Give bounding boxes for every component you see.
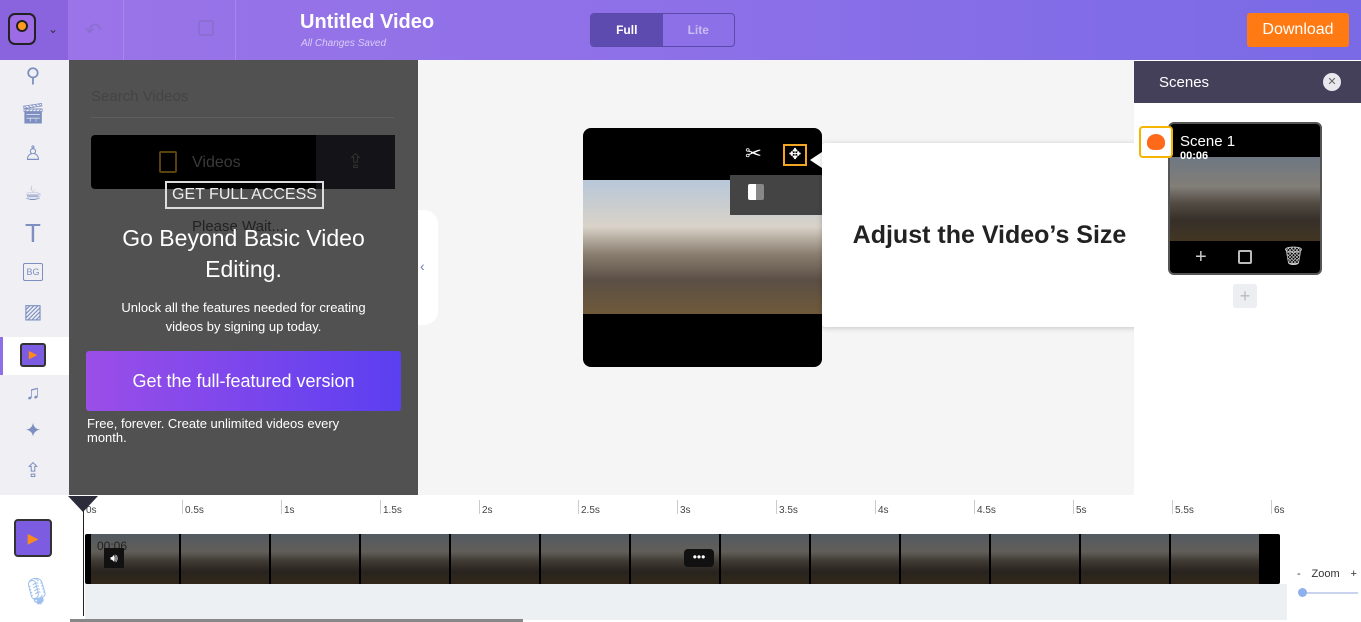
clip-frame bbox=[181, 534, 269, 584]
zoom-slider[interactable] bbox=[1298, 588, 1358, 597]
character-icon[interactable]: ♙ bbox=[18, 138, 48, 168]
videos-panel: Search Videos Videos ⇪ Please Wait... GE… bbox=[69, 60, 418, 495]
zoom-out-button[interactable]: - bbox=[1297, 568, 1301, 580]
chevron-left-icon: ‹ bbox=[420, 258, 425, 274]
mascot-logo-icon bbox=[8, 13, 36, 45]
playhead[interactable] bbox=[83, 498, 84, 616]
zoom-in-button[interactable]: + bbox=[1351, 568, 1357, 580]
duplicate-icon[interactable] bbox=[198, 20, 214, 36]
timeline-tick: 5s bbox=[1073, 500, 1087, 516]
upload-video-button[interactable]: ⇪ bbox=[316, 135, 395, 189]
scene-card[interactable]: Scene 1 00:06 + 🗑︎ bbox=[1168, 122, 1322, 275]
tooltip: Adjust the Video’s Size bbox=[822, 143, 1157, 327]
clip-frame bbox=[1081, 534, 1169, 584]
timeline-tick: 6s bbox=[1271, 500, 1285, 516]
zoom-label: Zoom bbox=[1311, 568, 1340, 580]
volume-icon[interactable]: 🔊︎ bbox=[104, 548, 124, 568]
video-preview[interactable]: ✂ ✥ bbox=[583, 128, 822, 367]
undo-icon[interactable]: ↶ bbox=[85, 18, 102, 43]
clip-frame bbox=[991, 534, 1079, 584]
chevron-down-icon: ⌄ bbox=[48, 22, 59, 36]
clip-frame bbox=[721, 534, 809, 584]
scenes-title: Scenes bbox=[1159, 74, 1210, 91]
scissors-icon[interactable]: ✂ bbox=[745, 141, 762, 166]
add-icon[interactable]: + bbox=[1195, 246, 1207, 269]
upload-icon[interactable]: ⇪ bbox=[18, 455, 48, 485]
upsell-footnote: Free, forever. Create unlimited videos e… bbox=[87, 416, 340, 445]
tab-videos[interactable]: Videos bbox=[192, 154, 241, 172]
timeline-tick: 4.5s bbox=[974, 500, 996, 516]
transparency-control[interactable] bbox=[730, 175, 822, 215]
get-full-version-button[interactable]: Get the full-featured version bbox=[86, 351, 401, 411]
mode-full[interactable]: Full bbox=[591, 14, 663, 46]
more-options-icon[interactable]: ••• bbox=[684, 549, 714, 567]
scene-name: Scene 1 bbox=[1180, 133, 1236, 150]
save-status: All Changes Saved bbox=[301, 38, 387, 49]
music-icon[interactable]: ♫ bbox=[18, 378, 48, 408]
search-videos-input[interactable]: Search Videos bbox=[91, 88, 394, 118]
collapse-panel-button[interactable]: ‹ bbox=[418, 210, 438, 325]
clapperboard-icon[interactable]: 🎬︎ bbox=[18, 98, 48, 128]
mode-lite[interactable]: Lite bbox=[663, 14, 735, 46]
opacity-icon bbox=[748, 184, 764, 200]
timeline-tick: 2s bbox=[479, 500, 493, 516]
clip-frame bbox=[451, 534, 539, 584]
timeline-tick: 1s bbox=[281, 500, 295, 516]
trash-icon[interactable]: 🗑︎ bbox=[1282, 246, 1305, 267]
timeline-tick: 1.5s bbox=[380, 500, 402, 516]
close-icon[interactable]: ✕ bbox=[1323, 73, 1341, 91]
video-clip[interactable] bbox=[85, 534, 1280, 584]
image-icon[interactable]: ▨ bbox=[18, 296, 48, 326]
zoom-control: - Zoom + bbox=[1297, 568, 1357, 580]
timeline-tick: 2.5s bbox=[578, 500, 600, 516]
timeline-tick: 4s bbox=[875, 500, 889, 516]
mascot-avatar bbox=[1139, 126, 1173, 158]
scene-duration: 00:06 bbox=[1180, 150, 1209, 162]
resize-icon[interactable]: ✥ bbox=[783, 144, 807, 166]
coffee-icon[interactable]: ☕︎ bbox=[18, 178, 48, 208]
mode-toggle[interactable]: Full Lite bbox=[590, 13, 735, 47]
background-icon[interactable]: BG bbox=[23, 263, 43, 281]
search-icon[interactable]: ⚲ bbox=[18, 60, 48, 90]
clip-frame bbox=[901, 534, 989, 584]
zoom-slider-thumb[interactable] bbox=[1298, 588, 1307, 597]
timeline-tick: 3.5s bbox=[776, 500, 798, 516]
clip-frame bbox=[541, 534, 629, 584]
duplicate-scene-icon[interactable] bbox=[1238, 250, 1252, 264]
effects-icon[interactable]: ✦ bbox=[18, 415, 48, 445]
tool-rail: ⚲ 🎬︎ ♙ ☕︎ T BG ▨ ▶ ♫ ✦ ⇪ bbox=[0, 60, 69, 495]
app-logo-menu[interactable]: ⌄ bbox=[0, 0, 68, 60]
timeline-tick: 0.5s bbox=[182, 500, 204, 516]
clip-frame bbox=[361, 534, 449, 584]
scene-thumbnail bbox=[1170, 157, 1320, 241]
clip-frame bbox=[811, 534, 899, 584]
add-scene-button[interactable]: + bbox=[1233, 284, 1257, 308]
video-icon[interactable]: ▶ bbox=[20, 343, 46, 367]
text-icon[interactable]: T bbox=[18, 218, 48, 248]
timeline-tick: 5.5s bbox=[1172, 500, 1194, 516]
clip-frame bbox=[271, 534, 359, 584]
playhead-handle[interactable] bbox=[68, 496, 98, 512]
timeline-tick: 3s bbox=[677, 500, 691, 516]
video-title[interactable]: Untitled Video bbox=[300, 11, 434, 34]
download-button[interactable]: Download bbox=[1247, 13, 1349, 47]
clip-frame bbox=[1171, 534, 1259, 584]
full-access-badge: GET FULL ACCESS bbox=[165, 181, 324, 209]
scenes-header: Scenes ✕ bbox=[1134, 61, 1361, 103]
microphone-icon[interactable]: 🎙︎ bbox=[20, 576, 53, 607]
video-file-icon bbox=[159, 151, 177, 173]
audio-track[interactable] bbox=[85, 584, 1287, 620]
video-track-icon[interactable]: ▶ bbox=[14, 519, 52, 557]
upsell-headline: Go Beyond Basic Video Editing. bbox=[122, 225, 365, 282]
upsell-subtext: Unlock all the features needed for creat… bbox=[121, 300, 366, 334]
